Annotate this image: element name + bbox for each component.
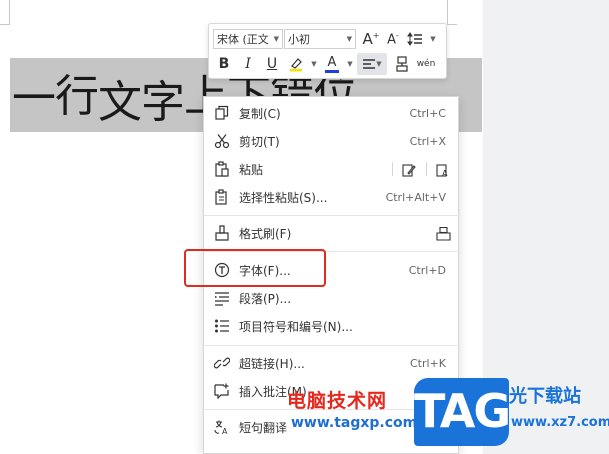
char-4: 字 — [141, 77, 185, 128]
menu-item-paste-special[interactable]: 选择性粘贴(S)... Ctrl+Alt+V — [204, 183, 460, 211]
line-spacing-dropdown[interactable]: ▼ — [426, 28, 440, 50]
watermark-site-name: 光下载站 — [509, 386, 581, 407]
menu-item-label: 段落(P)... — [239, 291, 292, 306]
copy-icon — [214, 105, 230, 121]
italic-button[interactable]: I — [237, 53, 259, 75]
underline-button[interactable]: U — [261, 53, 283, 75]
translate-icon: A — [214, 419, 230, 435]
menu-item-label: 超链接(H)... — [239, 356, 305, 371]
highlighter-icon — [290, 58, 302, 72]
menu-item-label: 粘贴 — [239, 162, 264, 177]
menu-item-shortcut: Ctrl+Alt+V — [385, 190, 446, 204]
menu-item-copy[interactable]: 复制(C) Ctrl+C — [204, 99, 460, 127]
bold-button[interactable]: B — [213, 53, 235, 75]
watermark-cn-name: 电脑技术网 — [287, 390, 388, 412]
menu-item-paragraph[interactable]: 段落(P)... — [204, 284, 460, 312]
menu-item-shortcut: Ctrl+X — [409, 134, 446, 148]
phonetic-guide-button[interactable]: wén — [415, 53, 437, 75]
scissors-icon — [214, 133, 230, 149]
grow-font-icon: A+ — [362, 30, 380, 48]
chevron-down-icon: ▼ — [346, 35, 352, 43]
char-2: 行 — [55, 71, 99, 122]
format-painter-side-icon[interactable] — [436, 226, 451, 241]
menu-item-shortcut: Ctrl+C — [409, 106, 446, 120]
menu-item-label: 复制(C) — [239, 106, 281, 121]
bullet-list-icon — [214, 318, 230, 334]
margin-mark-right — [447, 0, 457, 25]
font-color-bar — [325, 69, 339, 73]
font-size-value: 小初 — [288, 33, 310, 46]
menu-item-cut[interactable]: 剪切(T) Ctrl+X — [204, 127, 460, 155]
font-size-select[interactable]: 小初 ▼ — [284, 29, 356, 49]
menu-item-bullets-numbering[interactable]: 项目符号和编号(N)... — [204, 312, 460, 340]
font-color-button[interactable]: A — [321, 53, 343, 75]
font-color-icon: A — [327, 54, 337, 70]
watermark-logo: TAG — [414, 378, 511, 446]
paste-special-icon — [214, 189, 230, 205]
watermark-logo-text: TAG — [414, 384, 511, 438]
font-color-dropdown[interactable]: ▼ — [343, 53, 357, 75]
line-spacing-button[interactable] — [404, 28, 426, 50]
menu-item-label: 短句翻译 — [239, 420, 288, 435]
menu-item-label: 项目符号和编号(N)... — [239, 319, 353, 334]
chevron-down-icon: ▼ — [273, 35, 279, 43]
menu-item-label: 选择性粘贴(S)... — [239, 190, 328, 205]
shrink-font-icon: A- — [387, 30, 399, 48]
watermark-url: www.tagxp.com — [291, 415, 418, 431]
paste-text-only-icon[interactable]: A — [436, 162, 450, 178]
char-1: 一 — [12, 73, 56, 124]
highlight-dropdown[interactable]: ▼ — [307, 53, 321, 75]
svg-text:A: A — [442, 169, 448, 177]
phonetic-guide-icon: wén — [416, 58, 436, 69]
menu-item-label: 格式刷(F) — [239, 226, 292, 241]
menu-item-hyperlink[interactable]: 超链接(H)... Ctrl+K — [204, 349, 460, 377]
watermark-site-url: www.xz7.com — [511, 415, 609, 430]
svg-text:A: A — [222, 427, 228, 435]
highlight-button[interactable] — [285, 53, 307, 75]
align-button[interactable]: ▼ — [357, 53, 387, 75]
menu-separator — [204, 345, 460, 346]
paste-keep-format-icon[interactable] — [402, 162, 416, 177]
grow-font-button[interactable]: A+ — [360, 28, 382, 50]
paragraph-icon — [214, 290, 230, 306]
font-name-value: 宋体 (正文 — [217, 33, 269, 46]
menu-separator — [204, 215, 460, 216]
char-3: 文 — [98, 77, 142, 128]
menu-item-shortcut: Ctrl+D — [408, 263, 446, 277]
font-name-select[interactable]: 宋体 (正文 ▼ — [213, 29, 283, 49]
clipboard-icon — [214, 161, 230, 177]
menu-item-format-painter[interactable]: 格式刷(F) — [204, 219, 460, 247]
shrink-font-button[interactable]: A- — [382, 28, 404, 50]
comment-add-icon — [214, 383, 230, 399]
mini-toolbar: 宋体 (正文 ▼ 小初 ▼ A+ A- ▼ B I U ▼ A ▼ ▼ wén — [208, 23, 447, 79]
format-painter-icon — [396, 56, 408, 72]
menu-item-shortcut: Ctrl+K — [409, 356, 446, 370]
font-item-highlight-box — [184, 249, 326, 287]
align-left-icon — [363, 59, 376, 69]
menu-item-label: 剪切(T) — [239, 134, 280, 149]
menu-item-paste[interactable]: 粘贴 A — [204, 155, 460, 183]
margin-mark-left — [0, 0, 10, 25]
line-spacing-icon — [407, 32, 422, 46]
format-painter-mini-button[interactable] — [391, 53, 413, 75]
link-icon — [214, 355, 230, 371]
format-painter-icon — [214, 225, 230, 241]
